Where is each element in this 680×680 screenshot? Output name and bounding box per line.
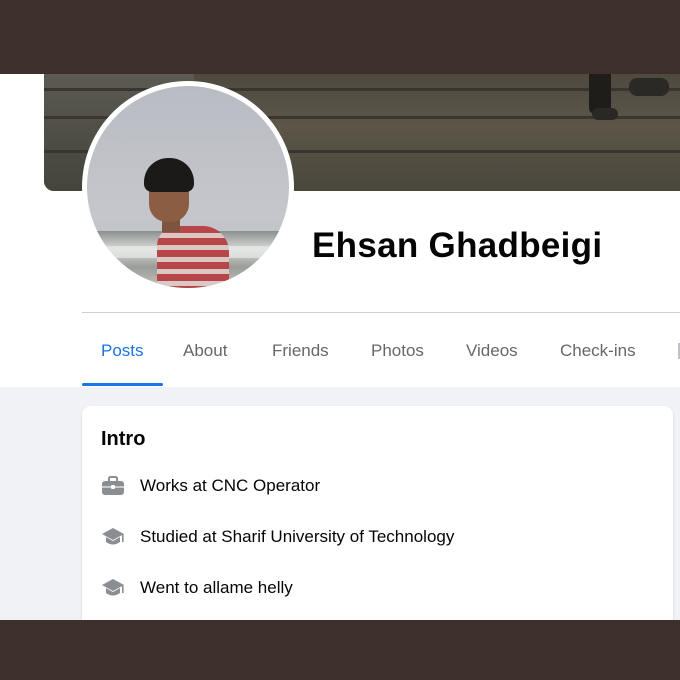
intro-item-text: Works at CNC Operator [140, 476, 321, 495]
profile-name: Ehsan Ghadbeigi [312, 226, 603, 265]
avatar-shirt [157, 226, 229, 288]
graduation-cap-icon [101, 525, 125, 549]
intro-item-education: Studied at Sharif University of Technolo… [101, 525, 661, 549]
intro-title: Intro [101, 428, 146, 450]
profile-header: Ehsan Ghadbeigi Posts About Friends Phot… [0, 74, 680, 387]
profile-page: Ehsan Ghadbeigi Posts About Friends Phot… [0, 74, 680, 620]
bottom-frame-band [0, 620, 680, 680]
tab-about[interactable]: About [183, 341, 227, 361]
profile-avatar[interactable] [87, 86, 289, 288]
profile-tabs: Posts About Friends Photos Videos Check-… [82, 313, 680, 387]
intro-card: Intro Works at CNC Operator Studied at S… [82, 406, 673, 620]
briefcase-icon [101, 474, 125, 498]
intro-item-school: Went to allame helly [101, 576, 661, 600]
avatar-hair [144, 158, 194, 192]
intro-item-text: Studied at Sharif University of Technolo… [140, 527, 455, 546]
cover-person-shoe [592, 108, 618, 120]
intro-item-text: Went to allame helly [140, 578, 293, 597]
intro-item-work: Works at CNC Operator [101, 474, 661, 498]
tab-videos[interactable]: Videos [466, 341, 518, 361]
tab-posts[interactable]: Posts [101, 341, 144, 361]
tab-check-ins[interactable]: Check-ins [560, 341, 636, 361]
tab-photos[interactable]: Photos [371, 341, 424, 361]
cover-person-arm [629, 78, 669, 96]
graduation-cap-icon [101, 576, 125, 600]
cover-step [44, 88, 680, 91]
tab-friends[interactable]: Friends [272, 341, 329, 361]
active-tab-indicator [82, 383, 163, 386]
